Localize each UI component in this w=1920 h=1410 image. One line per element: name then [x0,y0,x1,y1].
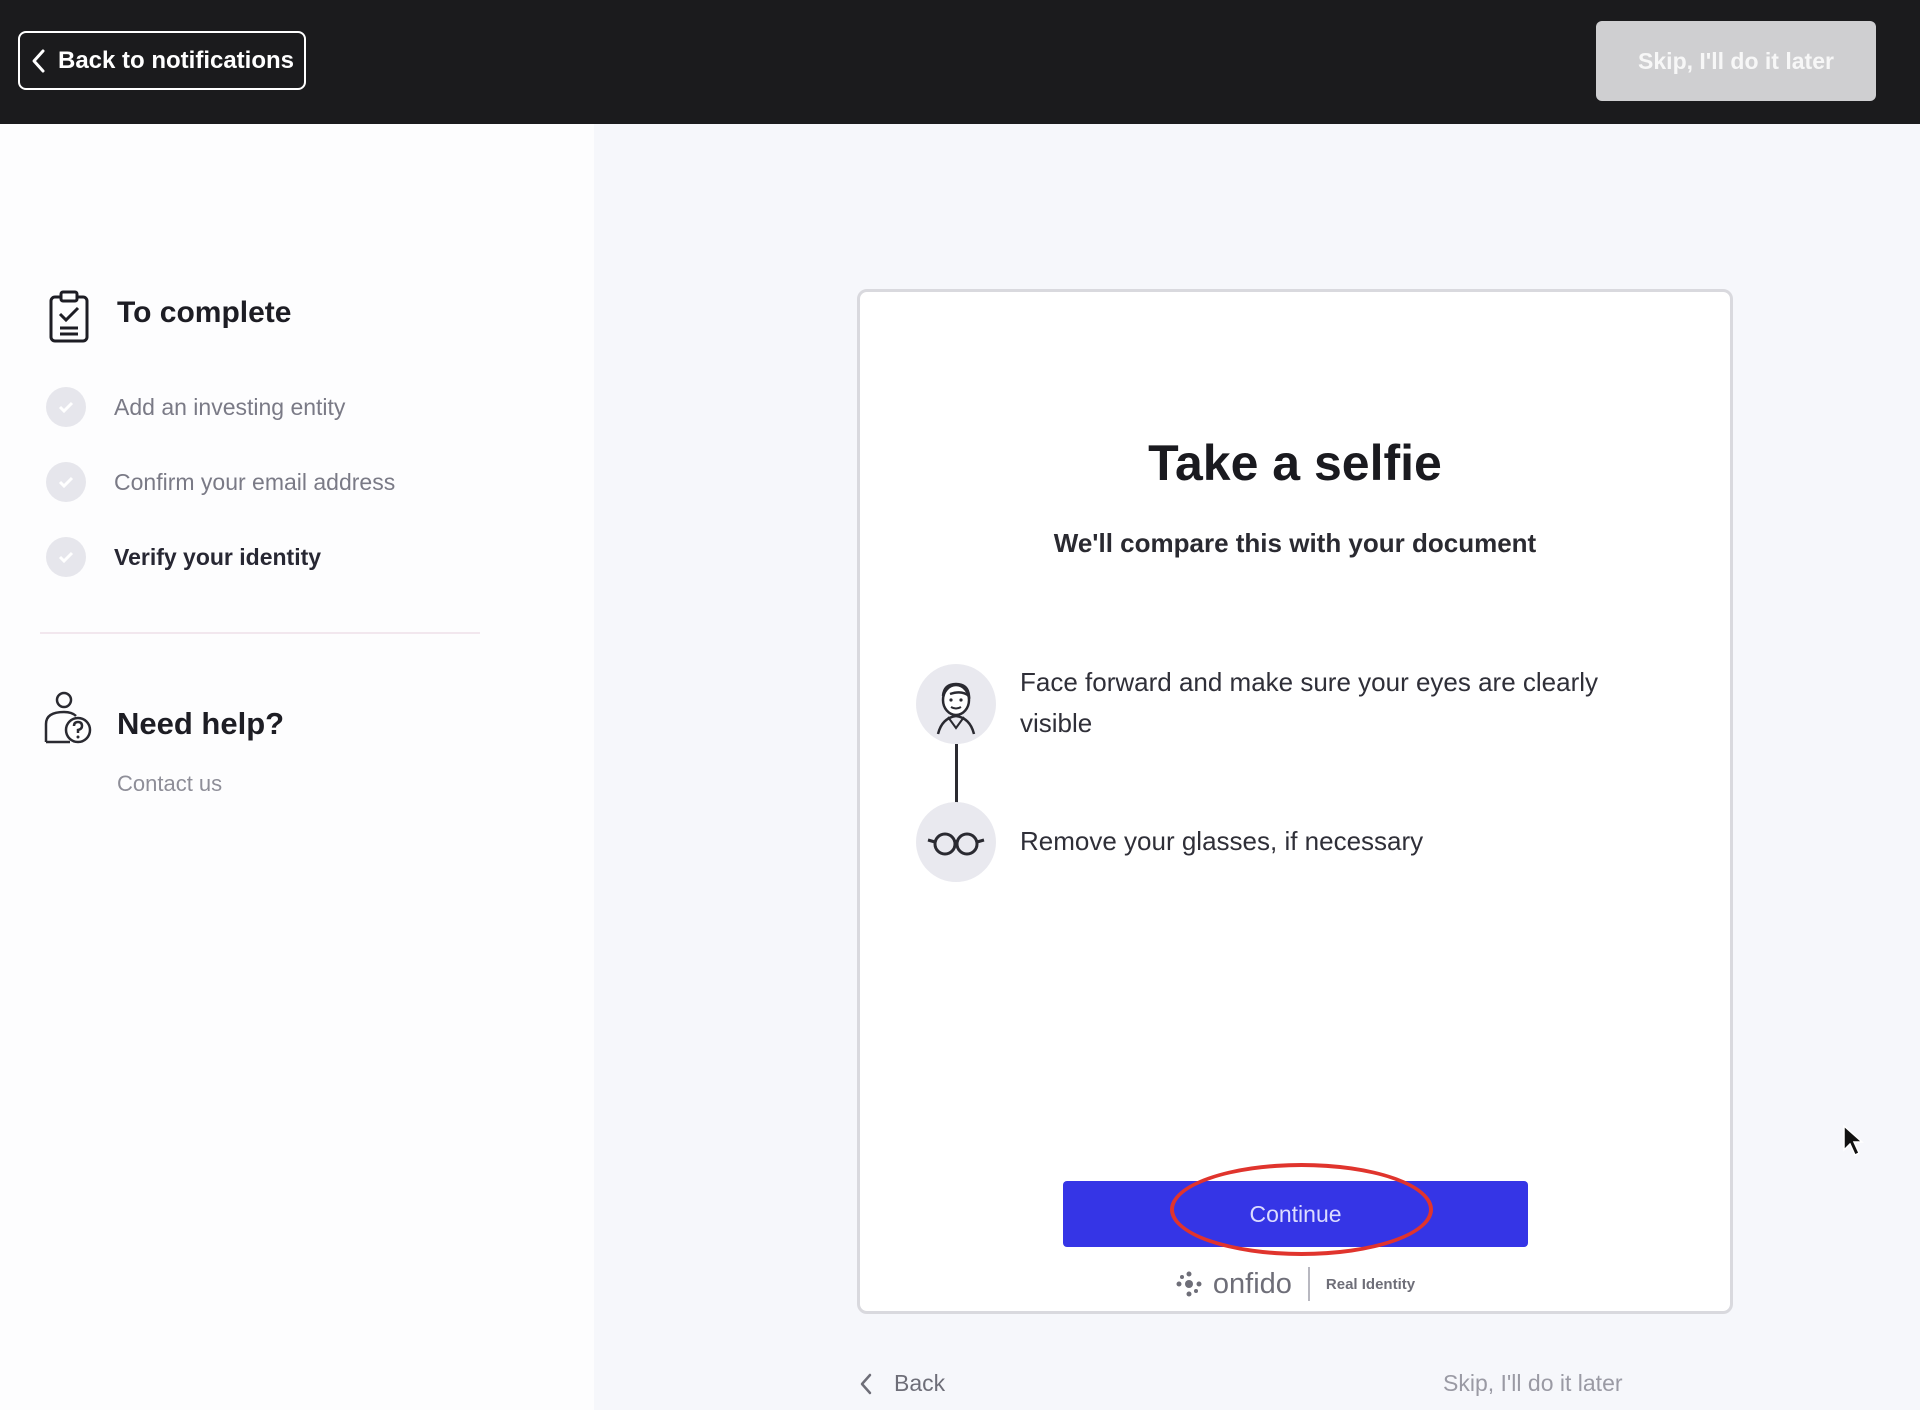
step-label: Verify your identity [114,543,322,570]
tip-face-forward-text: Face forward and make sure your eyes are… [1020,667,1599,738]
step-label: Confirm your email address [114,468,396,495]
check-circle-icon [46,537,86,577]
help-person-icon [44,691,92,744]
check-circle-icon [46,462,86,502]
step-label: Add an investing entity [114,393,346,420]
onfido-logo-icon [1176,1271,1202,1297]
check-circle-icon [46,387,86,427]
top-bar: Back to notifications Skip, I'll do it l… [0,0,1920,124]
to-complete-title: To complete [117,296,292,329]
glasses-icon [916,802,996,882]
need-help-title: Need help? [117,706,285,741]
sidebar-divider [40,632,480,634]
face-icon [916,664,996,744]
skip-top-button[interactable]: Skip, I'll do it later [1596,21,1876,101]
back-to-notifications-button[interactable]: Back to notifications [18,31,306,90]
chevron-left-icon [32,49,45,72]
back-link-label: Back [894,1370,946,1396]
card-subtitle: We'll compare this with your document [1053,528,1537,558]
card-title: Take a selfie [1148,435,1442,491]
onfido-branding: onfido Real Identity [860,1267,1730,1301]
step-add-investing-entity[interactable]: Add an investing entity [46,385,345,429]
brand-name: onfido [1212,1267,1292,1300]
continue-button[interactable]: Continue [1063,1181,1528,1247]
clipboard-checklist-icon [49,290,89,343]
back-to-notifications-label: Back to notifications [57,46,295,74]
brand-separator [1307,1267,1310,1301]
brand-tagline: Real Identity [1325,1275,1416,1293]
selfie-card: Take a selfie We'll compare this with yo… [857,289,1733,1314]
tip-remove-glasses-text: Remove your glasses, if necessary [1020,826,1424,856]
tip-connector [955,744,958,804]
step-confirm-email[interactable]: Confirm your email address [46,460,395,504]
contact-us-link[interactable]: Contact us [117,771,222,797]
mouse-cursor-icon [1843,1124,1864,1157]
skip-link[interactable]: Skip, I'll do it later [1443,1370,1623,1397]
chevron-left-icon [860,1373,872,1394]
back-link[interactable]: Back [858,1370,945,1397]
step-verify-identity[interactable]: Verify your identity [46,535,321,579]
